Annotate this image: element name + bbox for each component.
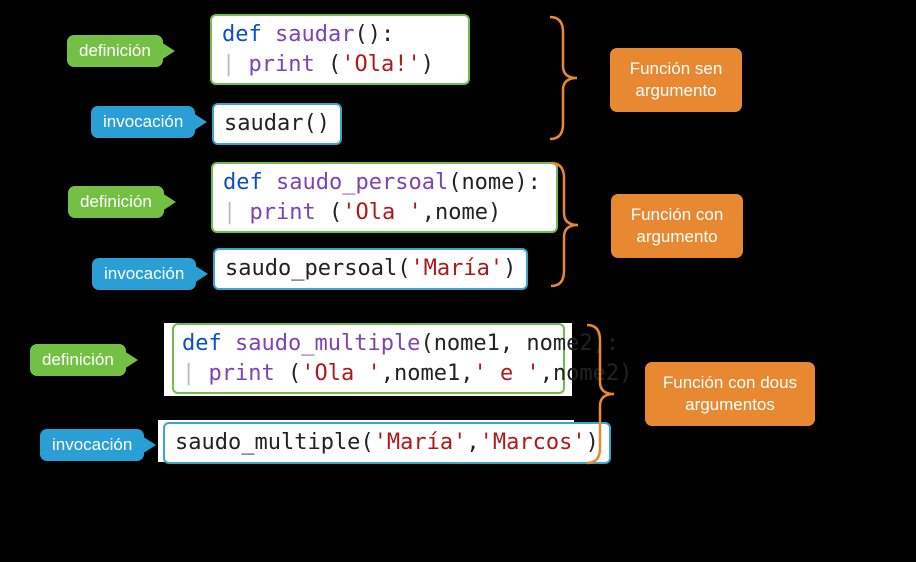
code-definition-1: def saudar(): | print ('Ola!') [210, 14, 470, 85]
label-definition-1: definición [67, 35, 163, 67]
description-text: Función senargumento [630, 59, 723, 100]
code-invocation-2: saudo_persoal('María') [213, 248, 528, 290]
label-text: definición [80, 192, 152, 212]
label-invocation-1: invocación [91, 106, 195, 138]
chevron-right-icon [124, 351, 138, 369]
chevron-right-icon [193, 113, 207, 131]
chevron-right-icon [142, 436, 156, 454]
chevron-right-icon [162, 193, 176, 211]
description-text: Función conargumento [631, 205, 724, 246]
code-definition-2: def saudo_persoal(nome): | print ('Ola '… [211, 162, 558, 233]
label-text: definición [79, 41, 151, 61]
label-text: invocación [104, 264, 184, 284]
brace-icon [546, 160, 596, 290]
chevron-right-icon [161, 42, 175, 60]
label-text: invocación [52, 435, 132, 455]
code-invocation-3: saudo_multiple('María','Marcos') [163, 422, 611, 464]
label-invocation-2: invocación [92, 258, 196, 290]
description-box-2: Función conargumento [611, 194, 743, 258]
description-box-3: Función con dousargumentos [645, 362, 815, 426]
label-invocation-3: invocación [40, 429, 144, 461]
code-definition-3: def saudo_multiple(nome1, nome2): | prin… [172, 323, 565, 394]
brace-icon [582, 322, 632, 466]
label-definition-3: definición [30, 344, 126, 376]
label-text: invocación [103, 112, 183, 132]
brace-icon [545, 14, 595, 142]
chevron-right-icon [194, 265, 208, 283]
code-invocation-1: saudar() [212, 103, 342, 145]
description-text: Función con dousargumentos [663, 373, 797, 414]
description-box-1: Función senargumento [610, 48, 742, 112]
label-definition-2: definición [68, 186, 164, 218]
label-text: definición [42, 350, 114, 370]
